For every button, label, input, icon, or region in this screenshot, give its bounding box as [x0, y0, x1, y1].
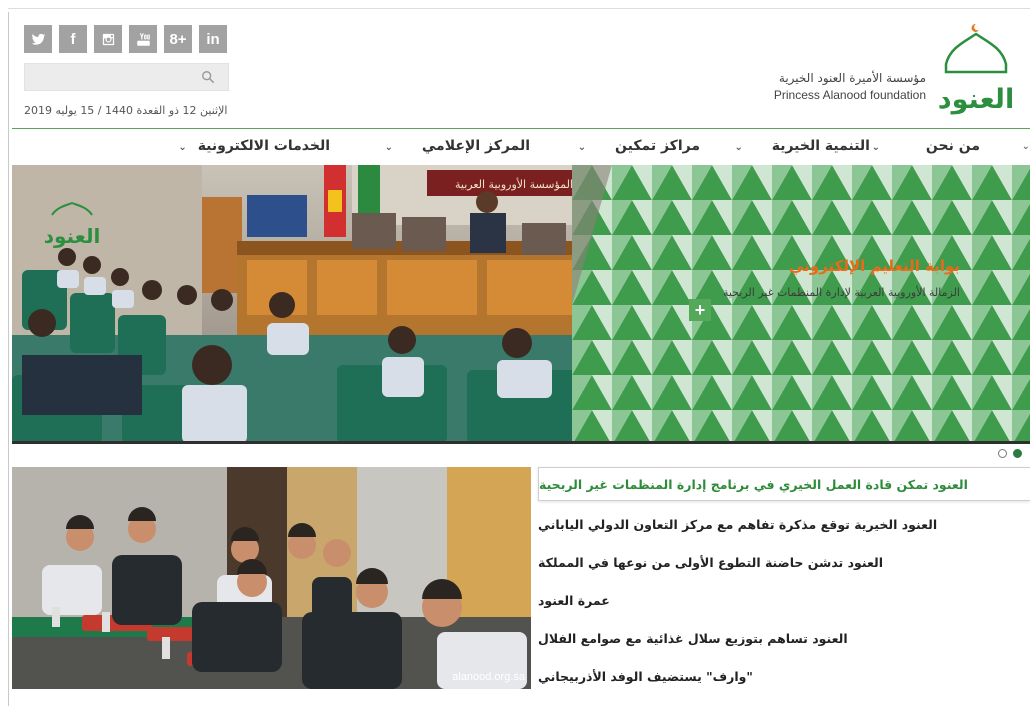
news-item-active[interactable]: العنود تمكن قادة العمل الخيري في برنامج …	[538, 467, 1030, 501]
news-title: "وارف" يستضيف الوفد الأذربيجاني	[538, 668, 753, 684]
nav-item-label: المركز الإعلامي	[421, 138, 530, 154]
hero-wall-logo: العنود	[44, 224, 101, 248]
nav-item-label: مراكز تمكين	[615, 138, 700, 154]
top-divider	[8, 8, 1030, 9]
chevron-down-icon: ⌄	[871, 142, 880, 153]
news-item[interactable]: العنود الخيرية توقع مذكرة تفاهم مع مركز …	[538, 505, 1030, 543]
linkedin-icon[interactable]: in	[199, 25, 227, 53]
slider-progress-bar	[12, 441, 1030, 444]
nav-item-label: التنمية الخيرية	[771, 138, 870, 154]
logo-wordmark: العنود	[938, 84, 1014, 115]
nav-item-about[interactable]: من نحن	[926, 138, 980, 154]
news-photo[interactable]: alanood.org.sa	[12, 467, 531, 689]
hero-title[interactable]: بوابة التعليم الإلكتروني	[789, 257, 960, 275]
nav-item-media-center[interactable]: المركز الإعلامي ⌄	[385, 138, 530, 154]
news-title: العنود تمكن قادة العمل الخيري في برنامج …	[539, 476, 968, 492]
news-title: العنود تساهم بتوزيع سلال غذائية مع صوامع…	[538, 630, 848, 646]
hero-slider[interactable]: المؤسسة الأوروبية العربية العنود بوابة ا…	[12, 165, 1030, 443]
google-plus-icon[interactable]: 8+	[164, 25, 192, 53]
news-item[interactable]: العنود تساهم بتوزيع سلال غذائية مع صوامع…	[538, 619, 1030, 657]
hero-subtitle: الزمالة الأوروبية العربية لإدارة المنظما…	[722, 286, 960, 299]
slider-dots	[998, 449, 1022, 458]
chevron-down-icon: ⌄	[1021, 141, 1030, 152]
search-input[interactable]	[25, 64, 228, 90]
photo-watermark: alanood.org.sa	[452, 671, 525, 683]
brand-name-arabic: مؤسسة الأميرة العنود الخيرية	[778, 71, 926, 85]
nav-item-charitable-development[interactable]: التنمية الخيرية ⌄	[734, 138, 870, 154]
chevron-down-icon: ⌄	[734, 142, 743, 153]
main-nav: من نحن التنمية الخيرية ⌄ مراكز تمكين ⌄ ا…	[12, 129, 1030, 167]
brand-text: مؤسسة الأميرة العنود الخيرية Princess Al…	[774, 71, 926, 102]
social-links: f 8+ in	[24, 25, 227, 53]
chevron-down-icon: ⌄	[577, 142, 587, 153]
chevron-down-icon: ⌄	[384, 142, 393, 153]
foundation-logo[interactable]: العنود	[936, 20, 1016, 115]
search-box	[24, 63, 229, 91]
brand[interactable]: مؤسسة الأميرة العنود الخيرية Princess Al…	[774, 20, 1016, 115]
news-item[interactable]: "وارف" يستضيف الوفد الأذربيجاني	[538, 657, 1030, 695]
hero-banner-text: المؤسسة الأوروبية العربية	[455, 177, 573, 191]
news-image	[12, 467, 531, 689]
page: f 8+ in الإثنين 12 ذو القعدة 1440 / 15 ي…	[0, 0, 1030, 706]
twitter-icon[interactable]	[24, 25, 52, 53]
nav-item-label: من نحن	[925, 138, 980, 154]
hero-image: المؤسسة الأوروبية العربية العنود	[12, 165, 1030, 443]
plus-icon[interactable]: +	[689, 299, 711, 321]
instagram-icon[interactable]	[94, 25, 122, 53]
brand-name-english: Princess Alanood foundation	[773, 88, 926, 102]
search-icon[interactable]	[201, 70, 215, 84]
news-title: العنود تدشن حاضنة التطوع الأولى من نوعها…	[538, 554, 883, 570]
youtube-icon[interactable]	[129, 25, 157, 53]
slider-dot[interactable]	[998, 449, 1007, 458]
current-date: الإثنين 12 ذو القعدة 1440 / 15 يوليه 201…	[24, 104, 228, 117]
news-item[interactable]: عمرة العنود	[538, 581, 1030, 619]
news-item[interactable]: العنود تدشن حاضنة التطوع الأولى من نوعها…	[538, 543, 1030, 581]
slider-dot-active[interactable]	[1013, 449, 1022, 458]
nav-item-e-services[interactable]: الخدمات الالكترونية ⌄	[178, 138, 330, 154]
nav-item-tamkeen-centers[interactable]: مراكز تمكين ⌄	[578, 138, 700, 154]
nav-item-label: الخدمات الالكترونية	[197, 138, 330, 154]
left-divider	[8, 12, 9, 706]
facebook-icon[interactable]: f	[59, 25, 87, 53]
news-title: العنود الخيرية توقع مذكرة تفاهم مع مركز …	[538, 516, 938, 532]
news-title: عمرة العنود	[538, 592, 610, 608]
chevron-down-icon: ⌄	[178, 142, 187, 153]
news-list: العنود تمكن قادة العمل الخيري في برنامج …	[538, 467, 1030, 695]
